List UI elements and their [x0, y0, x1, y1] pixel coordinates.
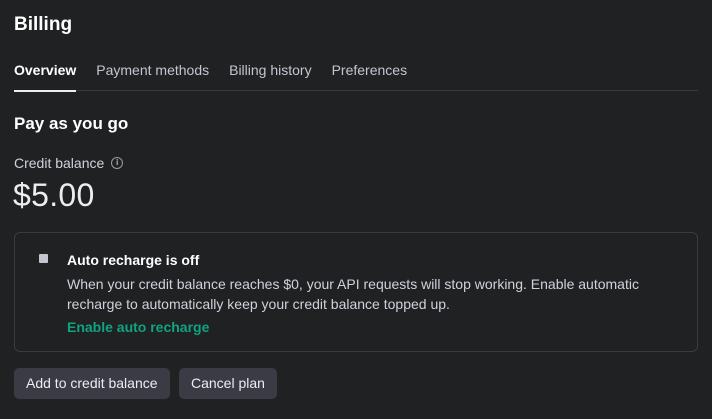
add-to-credit-balance-button[interactable]: Add to credit balance — [14, 368, 170, 399]
info-icon[interactable]: i — [111, 157, 124, 169]
auto-recharge-title: Auto recharge is off — [67, 252, 200, 268]
enable-auto-recharge-link[interactable]: Enable auto recharge — [67, 319, 209, 335]
tab-bar: Overview Payment methods Billing history… — [14, 60, 698, 92]
auto-recharge-description: When your credit balance reaches $0, you… — [67, 276, 639, 312]
credit-balance-label: Credit balance — [14, 155, 105, 171]
page-title: Billing — [14, 14, 73, 35]
tab-preferences[interactable]: Preferences — [332, 60, 407, 91]
billing-page: Billing Overview Payment methods Billing… — [0, 0, 712, 419]
tab-billing-history[interactable]: Billing history — [229, 60, 311, 91]
cancel-plan-button[interactable]: Cancel plan — [179, 368, 277, 399]
tab-overview[interactable]: Overview — [14, 60, 77, 92]
credit-balance-label-row: Credit balance i — [14, 155, 124, 171]
auto-recharge-card: Auto recharge is off When your credit ba… — [14, 232, 698, 352]
status-square-icon — [39, 254, 48, 263]
credit-balance-amount: $5.00 — [13, 177, 95, 213]
plan-title: Pay as you go — [14, 114, 129, 133]
tab-payment-methods[interactable]: Payment methods — [96, 60, 209, 91]
